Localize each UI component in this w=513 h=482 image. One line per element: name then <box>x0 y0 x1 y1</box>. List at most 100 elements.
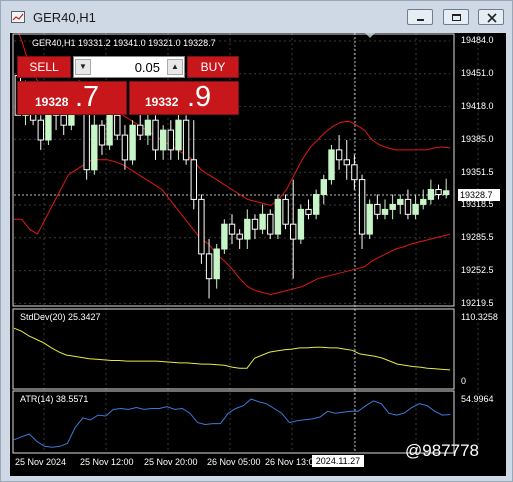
candle-body <box>381 208 389 215</box>
minimize-button[interactable] <box>407 9 433 25</box>
price-tick: 19285.5 <box>461 232 494 242</box>
sell-price-box[interactable]: 19328 .7 <box>17 81 127 115</box>
lot-decrease-button[interactable]: ▼ <box>75 59 91 75</box>
candle-body <box>91 124 98 171</box>
watermark-text: @987778 <box>405 441 479 460</box>
atr-label: ATR(14) 38.5571 <box>20 394 89 404</box>
close-button[interactable] <box>478 9 504 25</box>
chart-icon <box>11 11 25 23</box>
stddev-line <box>13 327 451 371</box>
chart-info-line: GER40,H1 19331.2 19341.0 19321.0 19328.7 <box>32 38 216 48</box>
candle-body <box>198 198 205 255</box>
candle-body <box>274 198 282 235</box>
candle-body <box>251 218 259 230</box>
stddev-min: 0 <box>461 376 467 386</box>
ohlc-values: 19331.2 19341.0 19321.0 19328.7 <box>78 38 216 48</box>
price-tick: 19451.0 <box>461 68 494 78</box>
candle-body <box>420 198 427 205</box>
price-tick: 19484.0 <box>461 35 494 45</box>
candle-body <box>320 179 328 196</box>
price-tick: 19351.5 <box>461 167 494 177</box>
candle-body <box>205 253 213 280</box>
maximize-button[interactable] <box>443 9 469 25</box>
candle-body <box>335 149 343 161</box>
candle-body <box>37 119 45 141</box>
chart-window: GER40,H1 GER40,H1 19331.2 19341.0 19321.… <box>0 0 513 482</box>
price-tick: 19219.5 <box>461 298 494 308</box>
candle-body <box>366 203 373 235</box>
candle-body <box>213 248 220 280</box>
candle-body <box>389 203 396 210</box>
atr-line <box>13 398 451 448</box>
current-price-tag: 19328.7 <box>458 189 500 201</box>
candle-body <box>244 218 251 240</box>
sell-price-main: 19328 <box>35 95 69 109</box>
candle-body <box>190 159 198 200</box>
candle-body <box>313 194 320 215</box>
lot-size-value[interactable]: 0.05 <box>92 60 166 75</box>
atr-indicator <box>13 398 451 448</box>
buy-price-main: 19332 <box>145 95 179 109</box>
candle-body <box>358 179 366 235</box>
candle-body <box>114 114 121 136</box>
sell-button[interactable]: SELL <box>17 56 71 78</box>
candle-body <box>228 223 236 235</box>
candle-body <box>397 198 404 205</box>
time-tick: 26 Nov 05:00 <box>207 457 261 467</box>
candle-body <box>343 159 351 166</box>
crosshair-time-tag: 2024.11.27 0:00 <box>312 455 364 478</box>
candle-body <box>106 114 113 146</box>
price-tick: 19418.0 <box>461 101 494 111</box>
buy-price-box[interactable]: 19332 .9 <box>129 81 239 115</box>
atr-max: 54.9964 <box>461 394 494 404</box>
one-click-trading-panel: SELL ▼ 0.05 ▲ BUY 19328 .7 19332 .9 <box>17 56 239 116</box>
candle-body <box>328 149 335 181</box>
candle-body <box>435 189 442 195</box>
candle-body <box>427 189 435 200</box>
candle-body <box>267 213 274 235</box>
lot-size-field[interactable]: ▼ 0.05 ▲ <box>73 56 185 78</box>
candle-body <box>290 223 297 240</box>
candle-body <box>175 119 182 151</box>
restore-icon <box>452 14 461 21</box>
price-tick: 19252.5 <box>461 265 494 275</box>
time-tick: 25 Nov 2024 <box>15 457 67 467</box>
candle-body <box>129 124 136 161</box>
candle-body <box>152 119 159 151</box>
candle-body <box>160 129 167 151</box>
candle-body <box>221 223 228 250</box>
candle-body <box>121 134 129 161</box>
candle-body <box>137 124 144 136</box>
candle-body <box>305 208 312 215</box>
candle-body <box>351 164 358 181</box>
candle-body <box>83 109 90 171</box>
buy-price-fraction: .9 <box>187 81 212 113</box>
candle-body <box>60 114 67 126</box>
time-tick: 25 Nov 12:00 <box>80 457 134 467</box>
stddev-max: 110.3258 <box>461 312 498 322</box>
time-tick: 26 Nov 13:00 <box>265 457 319 467</box>
chart-area[interactable]: GER40,H1 19331.2 19341.0 19321.0 19328.7… <box>10 33 506 478</box>
buy-button[interactable]: BUY <box>187 56 239 78</box>
candle-body <box>182 119 190 161</box>
candle-body <box>404 198 412 215</box>
minimize-icon <box>417 19 424 21</box>
candle-body <box>236 233 243 240</box>
candle-body <box>412 203 419 215</box>
title-bar[interactable]: GER40,H1 <box>1 1 512 33</box>
stddev-label: StdDev(20) 25.3427 <box>20 312 101 322</box>
lot-increase-button[interactable]: ▲ <box>167 59 183 75</box>
candle-body <box>297 208 305 240</box>
candle-body <box>443 190 450 196</box>
symbol-label: GER40,H1 <box>32 38 76 48</box>
time-tick: 25 Nov 20:00 <box>144 457 198 467</box>
watermark: @987778 <box>405 441 479 461</box>
price-tick: 19385.0 <box>461 134 494 144</box>
candle-body <box>98 124 106 146</box>
window-title: GER40,H1 <box>33 10 96 25</box>
candle-body <box>259 213 266 230</box>
sell-price-fraction: .7 <box>75 81 100 113</box>
candle-body <box>144 119 152 136</box>
close-icon <box>487 13 497 23</box>
stddev-indicator <box>13 327 451 371</box>
